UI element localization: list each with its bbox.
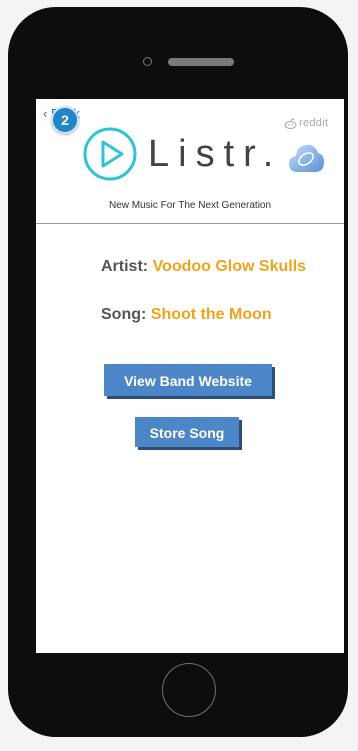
view-band-website-button[interactable]: View Band Website bbox=[104, 364, 272, 396]
reddit-alien-icon bbox=[284, 117, 297, 129]
step-badge: 2 bbox=[51, 106, 79, 134]
cloud-app-icon bbox=[289, 144, 324, 172]
reddit-label: reddit bbox=[299, 117, 329, 129]
artist-value: Voodoo Glow Skulls bbox=[152, 258, 307, 275]
tagline: New Music For The Next Generation bbox=[108, 200, 272, 211]
artist-label: Artist: bbox=[101, 258, 149, 275]
play-circle-icon bbox=[83, 127, 137, 181]
earpiece-speaker bbox=[168, 58, 234, 66]
header-divider bbox=[36, 223, 344, 224]
song-label: Song: bbox=[101, 306, 147, 323]
artist-row: Artist: Voodoo Glow Skulls bbox=[101, 258, 306, 276]
brand-title: Listr. bbox=[148, 133, 283, 175]
front-camera bbox=[143, 57, 152, 66]
home-button[interactable] bbox=[162, 663, 216, 717]
song-value: Shoot the Moon bbox=[150, 306, 272, 323]
store-song-button[interactable]: Store Song bbox=[135, 417, 239, 447]
reddit-link[interactable]: reddit bbox=[284, 117, 328, 129]
song-row: Song: Shoot the Moon bbox=[101, 306, 272, 324]
